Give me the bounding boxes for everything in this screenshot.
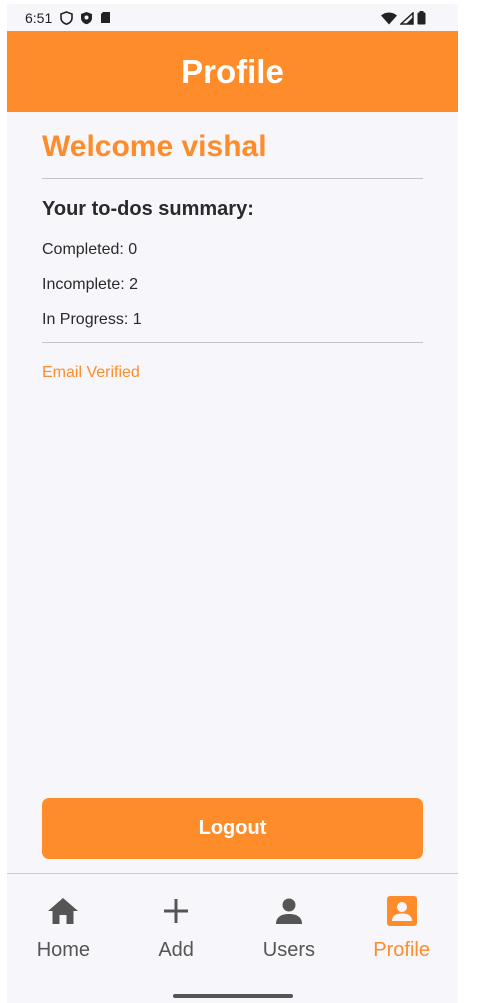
account-box-icon bbox=[386, 895, 417, 927]
completed-count: Completed: 0 bbox=[42, 241, 138, 258]
nav-item-users[interactable]: Users bbox=[233, 874, 346, 984]
nav-item-home[interactable]: Home bbox=[7, 874, 120, 984]
nav-label-home: Home bbox=[36, 939, 91, 961]
status-bar: 6:51 bbox=[7, 4, 458, 31]
incomplete-count: Incomplete: 2 bbox=[42, 276, 139, 293]
home-icon bbox=[47, 895, 79, 927]
divider bbox=[42, 178, 423, 179]
bottom-navigation: Home Add Users Profile bbox=[7, 874, 458, 984]
page-title: Profile bbox=[181, 52, 284, 90]
shield-filled-icon bbox=[80, 11, 93, 28]
phone-screen: 6:51 Profile Welcome vishal Your to-dos … bbox=[7, 4, 458, 1003]
signal-icon bbox=[399, 10, 414, 28]
nav-item-profile[interactable]: Profile bbox=[345, 874, 458, 984]
home-indicator bbox=[173, 994, 293, 998]
todo-summary-title: Your to-dos summary: bbox=[42, 198, 254, 220]
nav-label-profile: Profile bbox=[373, 939, 430, 961]
app-bar: Profile bbox=[7, 31, 458, 112]
person-icon bbox=[275, 895, 303, 927]
shield-outline-icon bbox=[60, 11, 73, 28]
welcome-heading: Welcome vishal bbox=[42, 130, 267, 163]
email-verified-status: Email Verified bbox=[42, 364, 140, 381]
plus-icon bbox=[163, 895, 189, 927]
battery-icon bbox=[417, 11, 426, 28]
nav-item-add[interactable]: Add bbox=[120, 874, 233, 984]
logout-button[interactable]: Logout bbox=[42, 798, 423, 859]
nav-label-users: Users bbox=[262, 939, 315, 961]
sim-card-icon bbox=[100, 11, 111, 28]
nav-label-add: Add bbox=[158, 939, 194, 961]
in-progress-count: In Progress: 1 bbox=[42, 311, 142, 328]
status-time: 6:51 bbox=[25, 10, 53, 26]
wifi-icon bbox=[381, 12, 397, 28]
divider bbox=[42, 342, 423, 343]
